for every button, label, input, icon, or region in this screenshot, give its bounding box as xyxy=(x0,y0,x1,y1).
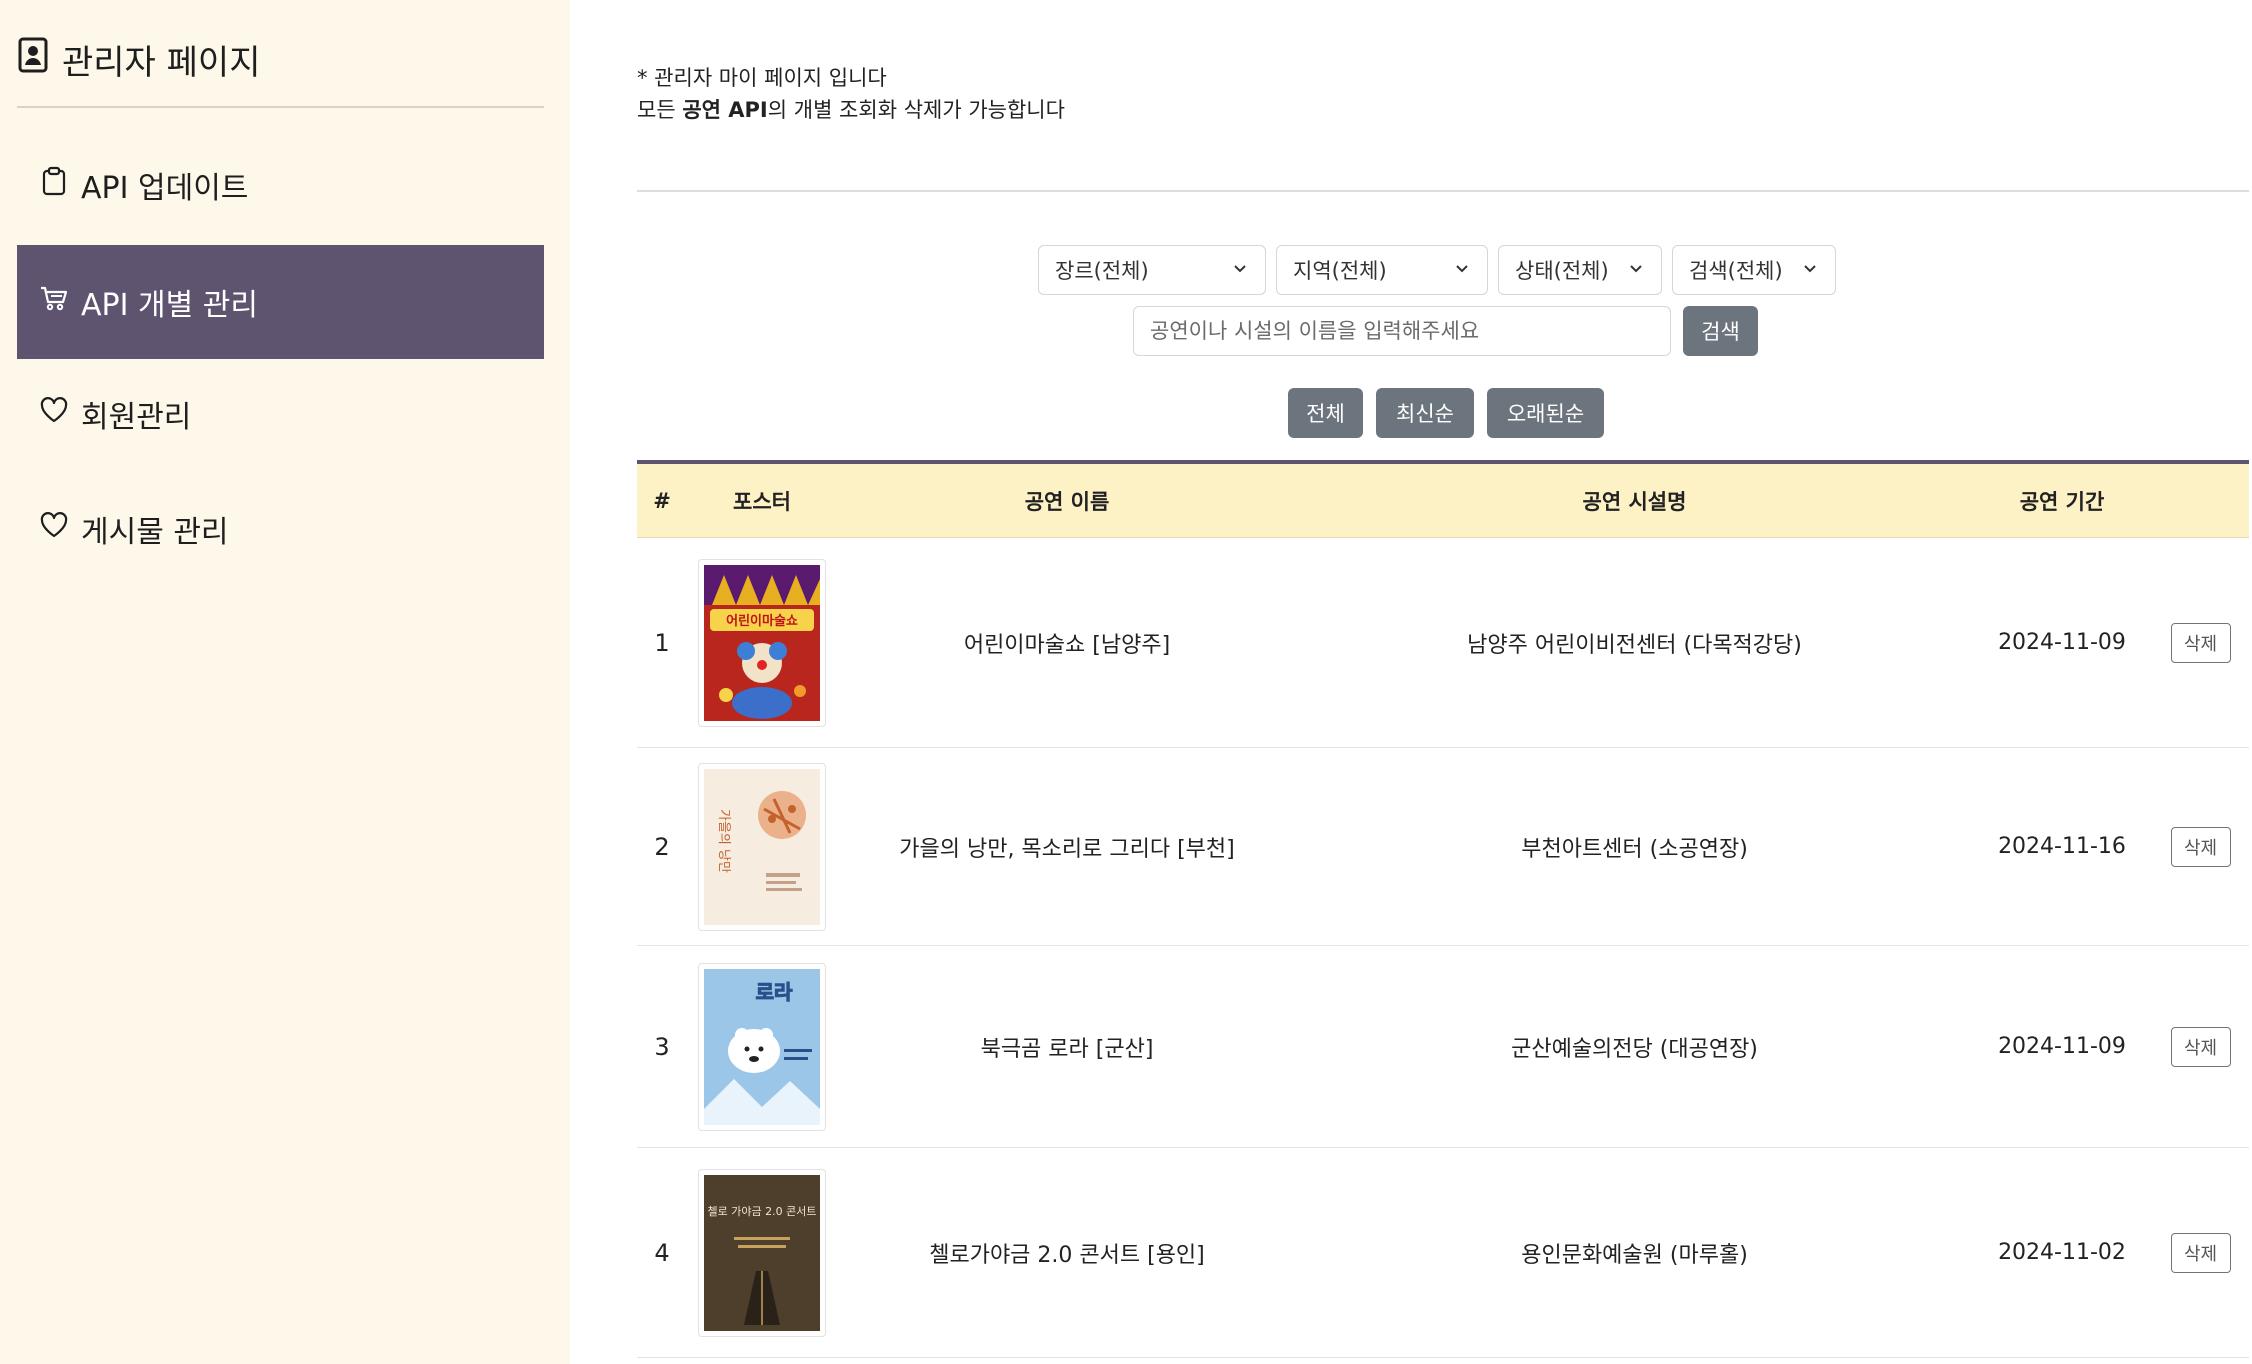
poster-title: 첼로 가야금 2.0 콘서트 xyxy=(708,1205,817,1218)
row-delete-cell: 삭제 xyxy=(2152,1148,2249,1357)
row-num: 1 xyxy=(654,628,670,657)
row-date: 2024-11-09 xyxy=(1998,630,2126,655)
cello-gayageum-poster-icon[interactable]: 첼로 가야금 2.0 콘서트 xyxy=(698,1168,826,1337)
genre-select[interactable]: 장르(전체) xyxy=(1038,245,1266,295)
row-num: 3 xyxy=(654,1032,670,1061)
row-date: 2024-11-16 xyxy=(1998,834,2126,859)
sidebar-divider xyxy=(17,106,544,108)
delete-button[interactable]: 삭제 xyxy=(2170,826,2231,867)
row-date: 2024-11-02 xyxy=(1998,1240,2126,1265)
table-header: # 포스터 공연 이름 공연 시설명 공연 기간 xyxy=(637,460,2249,538)
region-select[interactable]: 지역(전체) xyxy=(1276,245,1488,295)
sort-buttons: 전체 최신순 오래된순 xyxy=(1288,388,1604,438)
header-poster: 포스터 xyxy=(733,490,791,514)
clipboard-icon xyxy=(39,166,69,204)
search-type-select[interactable]: 검색(전체) xyxy=(1672,245,1836,295)
sidebar-title-text: 관리자 페이지 xyxy=(62,42,261,83)
cart-icon xyxy=(39,283,69,321)
delete-button[interactable]: 삭제 xyxy=(2170,622,2231,663)
sort-all-button[interactable]: 전체 xyxy=(1288,388,1363,438)
sort-newest-button[interactable]: 최신순 xyxy=(1376,388,1474,438)
row-poster[interactable]: 가을의 낭만 xyxy=(687,748,837,945)
notice-bold-text: 공연 API xyxy=(682,98,768,122)
autumn-poster-icon[interactable]: 가을의 낭만 xyxy=(698,762,826,931)
row-delete-cell: 삭제 xyxy=(2152,538,2249,747)
chevron-down-icon xyxy=(1453,258,1471,282)
row-delete-cell: 삭제 xyxy=(2152,748,2249,945)
polar-bear-poster-icon[interactable]: 로라 xyxy=(698,962,826,1131)
table-row[interactable]: 4 첼로 가야금 2.0 콘서트 첼로가야금 2.0 콘서트 [용인] 용인문화… xyxy=(637,1148,2249,1358)
header-name: 공연 이름 xyxy=(1024,490,1110,514)
state-select[interactable]: 상태(전체) xyxy=(1498,245,1662,295)
row-num: 4 xyxy=(654,1238,670,1267)
row-delete-cell: 삭제 xyxy=(2152,946,2249,1147)
sidebar-title: 관리자 페이지 xyxy=(18,34,261,84)
notice-line-2: 모든 공연 API의 개별 조회화 삭제가 가능합니다 xyxy=(637,94,1065,126)
table-row[interactable]: 3 로라 북극곰 로라 [군산] 군산예술의전당 (대공연장) 2024-11-… xyxy=(637,946,2249,1148)
chevron-down-icon xyxy=(1801,258,1819,282)
row-name: 가을의 낭만, 목소리로 그리다 [부천] xyxy=(899,836,1235,862)
row-venue: 군산예술의전당 (대공연장) xyxy=(1511,1036,1758,1062)
notice-text: 모든 xyxy=(637,98,683,122)
chevron-down-icon xyxy=(1627,258,1645,282)
magic-show-poster-icon[interactable]: 어린이마술쇼 xyxy=(698,558,826,727)
admin-notice: * 관리자 마이 페이지 입니다 모든 공연 API의 개별 조회화 삭제가 가… xyxy=(637,62,1065,126)
delete-button[interactable]: 삭제 xyxy=(2170,1026,2231,1067)
sidebar-item-api-manage[interactable]: API 개별 관리 xyxy=(17,245,544,359)
heart-icon xyxy=(39,395,69,433)
search-row: 검색 xyxy=(1133,306,1758,356)
row-poster[interactable]: 로라 xyxy=(687,946,837,1147)
search-input[interactable] xyxy=(1133,306,1671,356)
poster-title: 가을의 낭만 xyxy=(716,809,731,873)
search-type-select-value: 검색(전체) xyxy=(1689,259,1783,283)
genre-select-value: 장르(전체) xyxy=(1055,259,1149,283)
row-num: 2 xyxy=(654,832,670,861)
row-poster[interactable]: 어린이마술쇼 xyxy=(687,538,837,747)
poster-title: 로라 xyxy=(756,980,793,1004)
row-venue: 남양주 어린이비전센터 (다목적강당) xyxy=(1467,632,1802,658)
sort-oldest-button[interactable]: 오래된순 xyxy=(1487,388,1604,438)
table-row[interactable]: 2 가을의 낭만 가을의 낭만, 목소리로 그리다 [부천] 부천아트센터 (소… xyxy=(637,748,2249,946)
heart-icon xyxy=(39,510,69,548)
sidebar: 관리자 페이지 API 업데이트 API 개별 관리 회원관리 게시물 관리 xyxy=(0,0,570,1364)
delete-button[interactable]: 삭제 xyxy=(2170,1232,2231,1273)
header-date: 공연 기간 xyxy=(2019,490,2105,514)
sidebar-item-label: 게시물 관리 xyxy=(81,515,229,550)
header-num: # xyxy=(653,489,671,513)
notice-line-1: * 관리자 마이 페이지 입니다 xyxy=(637,66,887,90)
row-poster[interactable]: 첼로 가야금 2.0 콘서트 xyxy=(687,1148,837,1357)
id-badge-icon xyxy=(18,37,48,82)
state-select-value: 상태(전체) xyxy=(1515,259,1609,283)
sidebar-item-api-update[interactable]: API 업데이트 xyxy=(17,128,544,242)
header-venue: 공연 시설명 xyxy=(1582,490,1687,514)
sidebar-item-label: API 개별 관리 xyxy=(81,288,258,323)
sidebar-item-label: API 업데이트 xyxy=(81,171,249,206)
notice-text: 의 개별 조회화 삭제가 가능합니다 xyxy=(767,98,1065,122)
search-button[interactable]: 검색 xyxy=(1683,306,1758,356)
sidebar-item-members[interactable]: 회원관리 xyxy=(17,357,544,471)
row-venue: 용인문화예술원 (마루홀) xyxy=(1521,1242,1748,1268)
table-row[interactable]: 1 어린이마술쇼 어린이마술쇼 [남양주] 남양주 어린이비전센터 (다목적강당… xyxy=(637,538,2249,748)
admin-app: 관리자 페이지 API 업데이트 API 개별 관리 회원관리 게시물 관리 *… xyxy=(0,0,2252,1364)
chevron-down-icon xyxy=(1231,258,1249,282)
row-venue: 부천아트센터 (소공연장) xyxy=(1521,836,1748,862)
poster-title: 어린이마술쇼 xyxy=(726,613,798,629)
sidebar-item-posts[interactable]: 게시물 관리 xyxy=(17,472,544,586)
main-divider xyxy=(637,190,2249,192)
filter-bar: 장르(전체) 지역(전체) 상태(전체) 검색(전체) xyxy=(1038,245,1836,295)
row-name: 어린이마술쇼 [남양주] xyxy=(963,632,1171,658)
row-date: 2024-11-09 xyxy=(1998,1034,2126,1059)
performance-table: # 포스터 공연 이름 공연 시설명 공연 기간 1 어린이마술쇼 어린이마술쇼… xyxy=(637,460,2249,1358)
sidebar-item-label: 회원관리 xyxy=(81,400,192,435)
row-name: 첼로가야금 2.0 콘서트 [용인] xyxy=(929,1242,1205,1268)
region-select-value: 지역(전체) xyxy=(1293,259,1387,283)
row-name: 북극곰 로라 [군산] xyxy=(980,1036,1154,1062)
